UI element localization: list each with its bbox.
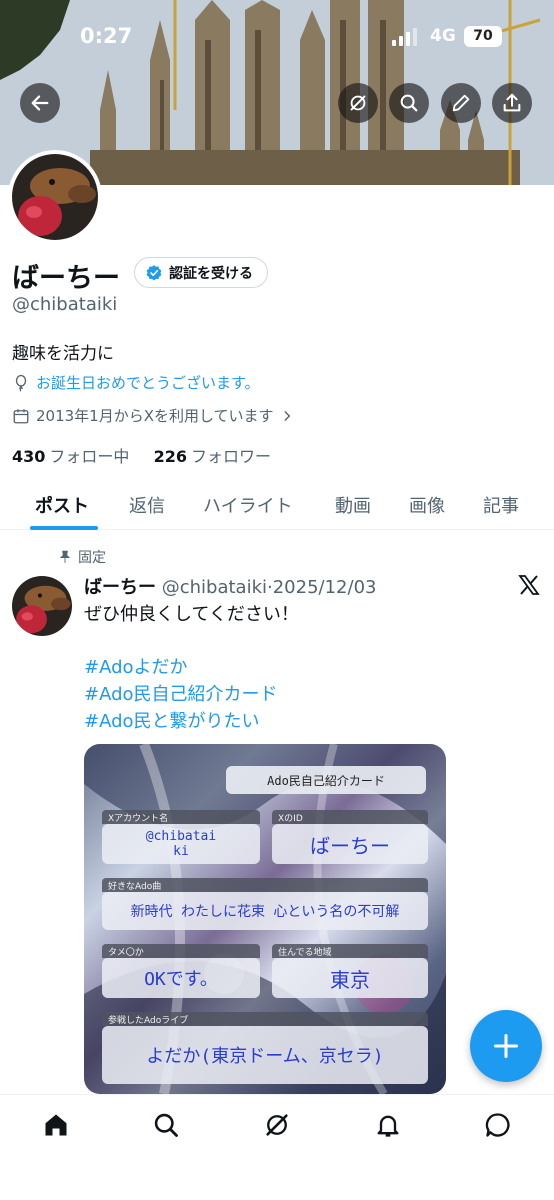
post-text: ぜひ仲良くしてください！ bbox=[84, 604, 299, 625]
card-value: @chibatai ki bbox=[145, 829, 217, 859]
card-value: 東京 bbox=[330, 967, 370, 992]
grok-icon[interactable] bbox=[263, 1111, 291, 1139]
get-verified-button[interactable]: 認証を受ける bbox=[134, 257, 268, 288]
grok-icon bbox=[350, 95, 366, 111]
pin-icon bbox=[59, 550, 71, 563]
message-icon[interactable] bbox=[484, 1111, 512, 1139]
card-title: Ado民自己紹介カード bbox=[226, 766, 426, 794]
back-button[interactable] bbox=[20, 83, 60, 123]
status-time: 0:27 bbox=[80, 24, 133, 48]
network-type: 4G bbox=[430, 26, 456, 46]
post-author-avatar[interactable] bbox=[12, 576, 72, 636]
joined-text: 2013年1月からXを利用しています bbox=[36, 407, 274, 425]
compose-post-button[interactable] bbox=[470, 1010, 542, 1082]
card-label: 好きなAdo曲 bbox=[102, 878, 428, 892]
status-bar: 0:27 4G 70 bbox=[0, 22, 554, 54]
card-field-tame: タメ〇か OKです。 bbox=[102, 944, 260, 998]
balloon-icon bbox=[15, 374, 27, 392]
arrow-left-icon bbox=[31, 95, 49, 111]
x-logo-icon bbox=[518, 575, 540, 595]
verified-badge-icon bbox=[146, 264, 162, 280]
post-handle-date: @chibataiki·2025/12/03 bbox=[161, 577, 377, 598]
chevron-right-icon bbox=[284, 410, 290, 421]
hashtag-link[interactable]: #Ado民自己紹介カード bbox=[84, 681, 278, 708]
card-field-live: 参戦したAdoライブ よだか(東京ドーム、京セラ) bbox=[102, 1012, 428, 1084]
get-verified-label: 認証を受ける bbox=[169, 265, 253, 282]
joined-line[interactable]: 2013年1月からXを利用しています bbox=[12, 405, 294, 426]
grok-button[interactable] bbox=[338, 83, 378, 123]
pinned-indicator: 固定 bbox=[58, 547, 106, 567]
share-icon bbox=[503, 93, 521, 112]
plus-icon bbox=[493, 1033, 519, 1059]
card-label: Xアカウント名 bbox=[102, 810, 260, 824]
birthday-line: お誕生日おめでとうございます。 bbox=[12, 372, 260, 393]
profile-avatar[interactable] bbox=[8, 150, 102, 244]
tab-videos[interactable]: 動画 bbox=[335, 492, 371, 518]
card-field-account: Xアカウント名 @chibatai ki bbox=[102, 810, 260, 864]
tab-images[interactable]: 画像 bbox=[409, 492, 445, 518]
card-field-area: 住んでる地域 東京 bbox=[272, 944, 428, 998]
tab-articles[interactable]: 記事 bbox=[483, 492, 519, 518]
pinned-label: 固定 bbox=[78, 550, 106, 566]
edit-button[interactable] bbox=[441, 83, 481, 123]
share-button[interactable] bbox=[492, 83, 532, 123]
post-image-card[interactable]: Ado民自己紹介カード Xアカウント名 @chibatai ki XのID ばー… bbox=[84, 744, 446, 1094]
tab-highlights[interactable]: ハイライト bbox=[203, 492, 293, 518]
card-label: 参戦したAdoライブ bbox=[102, 1012, 428, 1026]
profile-tabs: ポスト 返信 ハイライト 動画 画像 記事 bbox=[0, 478, 554, 530]
calendar-icon bbox=[13, 408, 29, 423]
post-hashtags: #Adoよだか #Ado民自己紹介カード #Ado民と繋がりたい bbox=[84, 654, 278, 735]
profile-handle: @chibataiki bbox=[12, 294, 118, 315]
active-tab-indicator bbox=[30, 526, 98, 530]
card-label: XのID bbox=[272, 810, 428, 824]
bottom-navigation bbox=[0, 1094, 554, 1200]
follow-stats: 430 フォロー中 226 フォロワー bbox=[12, 443, 271, 467]
display-name: ばーちー bbox=[12, 263, 120, 294]
home-icon[interactable] bbox=[42, 1111, 70, 1139]
card-label: タメ〇か bbox=[102, 944, 260, 958]
hashtag-link[interactable]: #Ado民と繋がりたい bbox=[84, 708, 278, 735]
birthday-text[interactable]: お誕生日おめでとうございます。 bbox=[36, 372, 260, 393]
card-field-id: XのID ばーちー bbox=[272, 810, 428, 864]
tab-replies[interactable]: 返信 bbox=[129, 492, 165, 518]
card-label: 住んでる地域 bbox=[272, 944, 428, 958]
search-button[interactable] bbox=[389, 83, 429, 123]
card-value: ばーちー bbox=[310, 833, 390, 858]
tab-posts[interactable]: ポスト bbox=[35, 492, 89, 518]
post-header: ばーちー @chibataiki·2025/12/03 bbox=[84, 573, 376, 599]
avatar-image bbox=[12, 576, 72, 636]
followers-link[interactable]: 226 フォロワー bbox=[154, 447, 271, 466]
signal-icon bbox=[392, 28, 417, 46]
card-field-songs: 好きなAdo曲 新時代 わたしに花束 心という名の不可解 bbox=[102, 878, 428, 930]
post-author-name[interactable]: ばーちー bbox=[84, 577, 156, 598]
card-value: よだか(東京ドーム、京セラ) bbox=[146, 1046, 384, 1067]
following-link[interactable]: 430 フォロー中 bbox=[12, 447, 129, 466]
avatar-image bbox=[12, 154, 98, 240]
card-value: OKです。 bbox=[144, 969, 218, 990]
pencil-icon bbox=[452, 94, 470, 112]
profile-bio: 趣味を活力に bbox=[12, 344, 114, 364]
bell-icon[interactable] bbox=[374, 1111, 402, 1139]
card-value: 新時代 わたしに花束 心という名の不可解 bbox=[130, 904, 400, 920]
search-icon[interactable] bbox=[152, 1111, 180, 1139]
battery-level: 70 bbox=[464, 26, 502, 47]
hashtag-link[interactable]: #Adoよだか bbox=[84, 654, 278, 681]
search-icon bbox=[400, 94, 418, 112]
